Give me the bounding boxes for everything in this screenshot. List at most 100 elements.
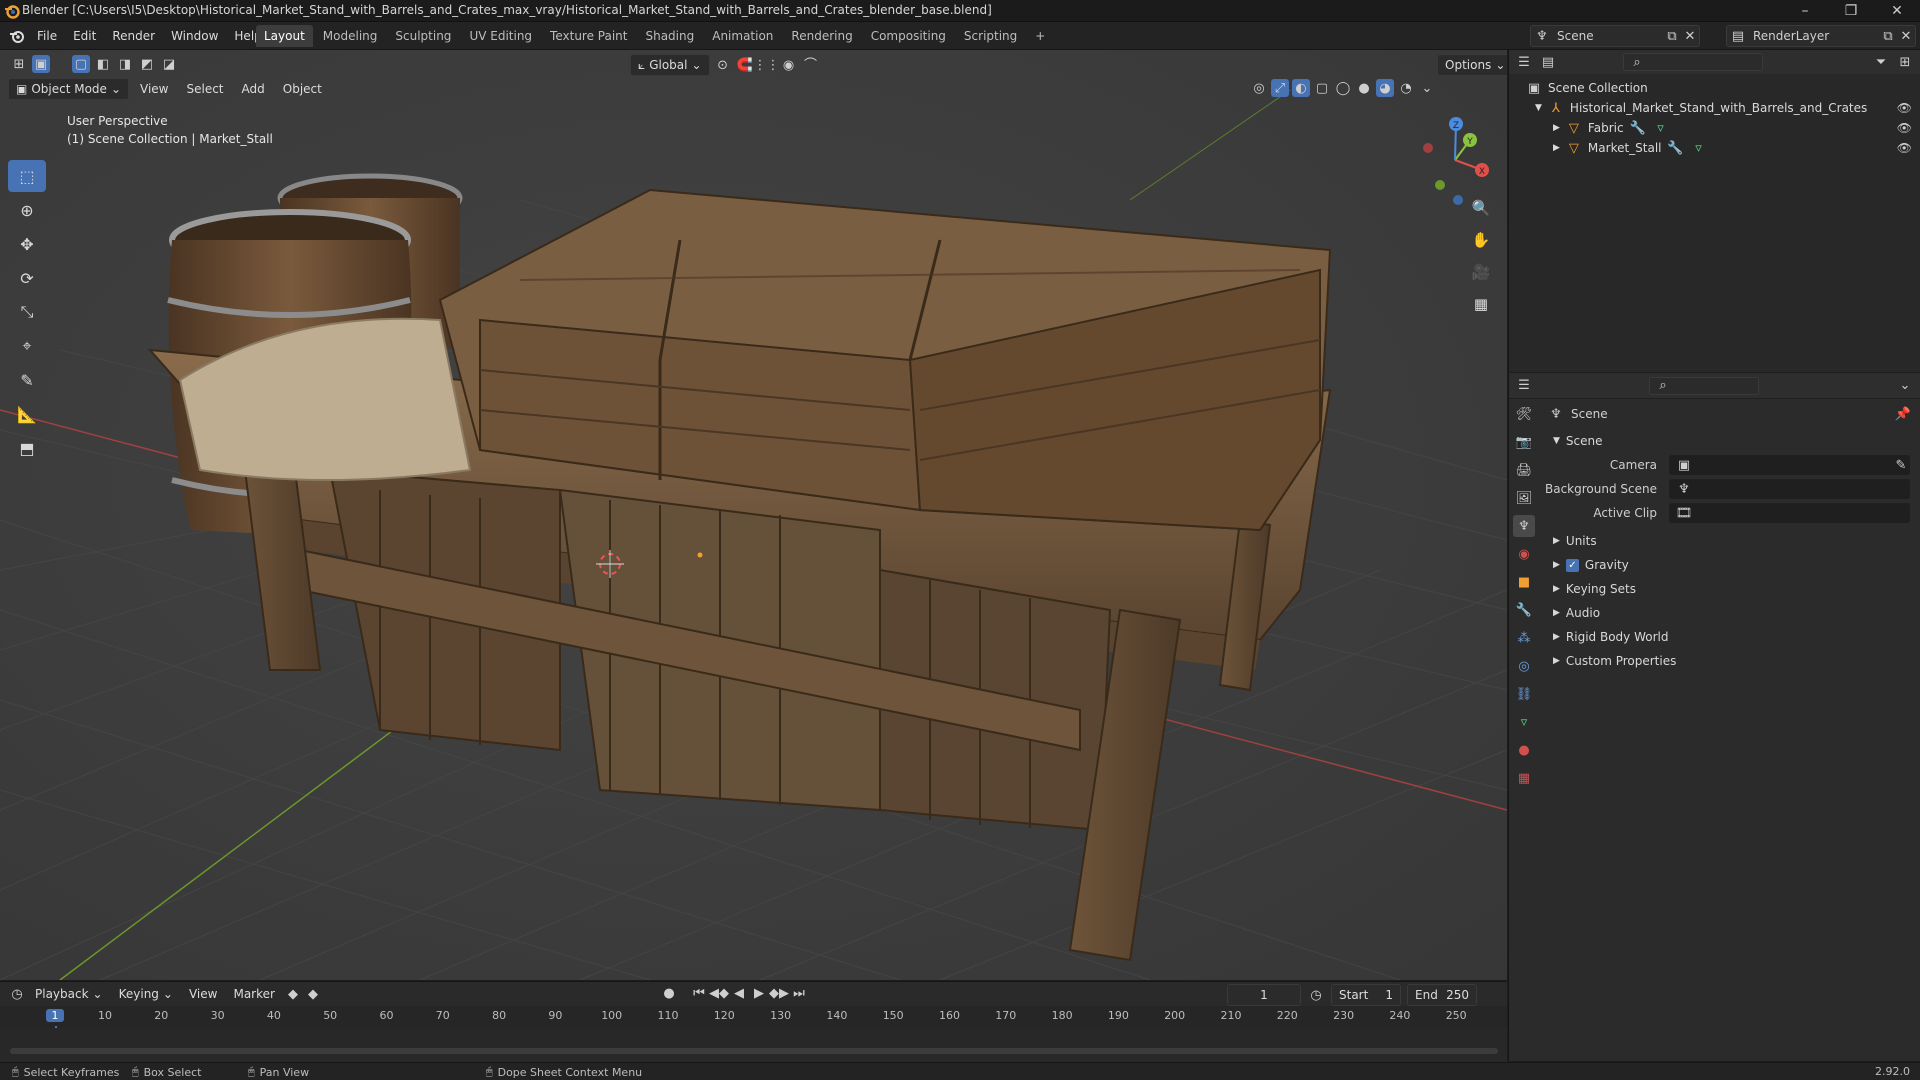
annotate-tool-icon[interactable]: ✎ [8, 364, 46, 396]
rigid-body-world-panel-header[interactable]: ▶ Rigid Body World [1539, 625, 1920, 649]
proportional-edit-icon[interactable]: ◉ [780, 56, 798, 74]
object-tab-icon[interactable]: ■ [1513, 571, 1535, 593]
zoom-icon[interactable]: 🔍 [1467, 196, 1495, 220]
pivot-point-icon[interactable]: ⊙ [714, 56, 732, 74]
eye-icon[interactable]: 👁 [1897, 101, 1912, 115]
scene-selector[interactable]: ♆ Scene ⧉ ✕ [1530, 25, 1700, 47]
jump-end-icon[interactable]: ⏭ [790, 984, 808, 1002]
timeline-menu-view[interactable]: View [182, 983, 224, 1005]
minimize-button[interactable]: – [1782, 0, 1828, 22]
solid-shading-icon[interactable]: ● [1355, 79, 1373, 97]
select-mode-difference-icon[interactable]: ◩ [138, 55, 156, 73]
overlays-icon[interactable]: ◐ [1292, 79, 1310, 97]
close-button[interactable]: ✕ [1874, 0, 1920, 22]
next-keyframe-icon[interactable]: ◆▶ [769, 984, 789, 1002]
units-panel-header[interactable]: ▶ Units [1539, 529, 1920, 553]
texture-tab-icon[interactable]: ▦ [1513, 767, 1535, 789]
select-mode-extend-icon[interactable]: ◧ [94, 55, 112, 73]
navigation-gizmo[interactable]: X Y Z [1410, 110, 1500, 210]
record-icon[interactable]: ● [660, 984, 678, 1002]
cursor-tool-icon[interactable]: ⊕ [8, 194, 46, 226]
copy-icon[interactable]: ⧉ [1879, 27, 1897, 45]
select-mode-set-icon[interactable]: ▢ [72, 55, 90, 73]
tool-tab-icon[interactable]: 🛠 [1513, 403, 1535, 425]
tab-scripting[interactable]: Scripting [956, 25, 1025, 47]
viewport-menu-view[interactable]: View [133, 78, 175, 100]
xray-icon[interactable]: ▢ [1313, 79, 1331, 97]
outliner-root[interactable]: ▣ Scene Collection [1525, 78, 1920, 98]
timeline-track-area[interactable] [0, 1028, 1507, 1062]
custom-properties-panel-header[interactable]: ▶ Custom Properties [1539, 649, 1920, 673]
rendered-shading-icon[interactable]: ◔ [1397, 79, 1415, 97]
select-mode-intersect-icon[interactable]: ◪ [160, 55, 178, 73]
current-frame-marker[interactable]: 1 [46, 1009, 64, 1022]
expand-arrow-icon[interactable]: ▶ [1553, 123, 1560, 133]
eye-icon[interactable]: 👁 [1897, 121, 1912, 135]
render-layer-selector[interactable]: ▤ RenderLayer ⧉ ✕ [1726, 25, 1916, 47]
outliner-item[interactable]: ▶ ▽ Fabric 🔧 ▿ 👁 [1525, 118, 1920, 138]
new-collection-icon[interactable]: ⊞ [1896, 53, 1914, 71]
outliner-item[interactable]: ▼ ⅄ Historical_Market_Stand_with_Barrels… [1525, 98, 1920, 118]
tab-compositing[interactable]: Compositing [863, 25, 954, 47]
move-tool-icon[interactable]: ✥ [8, 228, 46, 260]
expand-arrow-icon[interactable]: ▼ [1535, 103, 1542, 113]
maximize-button[interactable]: ❐ [1828, 0, 1874, 22]
keying-sets-panel-header[interactable]: ▶ Keying Sets [1539, 577, 1920, 601]
data-tab-icon[interactable]: ▿ [1513, 711, 1535, 733]
eye-icon[interactable]: 👁 [1897, 141, 1912, 155]
audio-panel-header[interactable]: ▶ Audio [1539, 601, 1920, 625]
display-mode-icon[interactable]: ▤ [1539, 53, 1557, 71]
modifier-tab-icon[interactable]: 🔧 [1513, 599, 1535, 621]
timeline-scrollbar[interactable] [10, 1048, 1498, 1054]
tab-sculpting[interactable]: Sculpting [387, 25, 459, 47]
keyframe-icon[interactable]: ◆ [304, 985, 322, 1003]
viewport-menu-add[interactable]: Add [235, 78, 272, 100]
measure-tool-icon[interactable]: 📐 [8, 398, 46, 430]
timeline-menu-keying[interactable]: Keying ⌄ [112, 983, 180, 1005]
snap-target-icon[interactable]: ⋮⋮ [754, 56, 780, 74]
output-tab-icon[interactable]: 🖨 [1513, 459, 1535, 481]
menu-file[interactable]: File [30, 26, 64, 46]
close-icon[interactable]: ✕ [1681, 27, 1699, 45]
select-box-tool-icon[interactable]: ▣ [32, 55, 50, 73]
tab-layout[interactable]: Layout [256, 25, 313, 47]
constraints-tab-icon[interactable]: ⛓ [1513, 683, 1535, 705]
camera-field[interactable]: ▣ ✎ [1669, 455, 1910, 475]
pan-hand-icon[interactable]: ✋ [1467, 228, 1495, 252]
transform-tool-icon[interactable]: ⌖ [8, 330, 46, 362]
current-frame-field[interactable]: 1 [1227, 984, 1301, 1006]
timeline-menu-playback[interactable]: Playback ⌄ [28, 983, 110, 1005]
grid-view-icon[interactable]: ▦ [1467, 292, 1495, 316]
play-reverse-icon[interactable]: ◀ [730, 984, 748, 1002]
blender-menu-icon[interactable] [8, 28, 26, 44]
select-box-tool-icon[interactable]: ⬚ [8, 160, 46, 192]
world-tab-icon[interactable]: ◉ [1513, 543, 1535, 565]
add-cube-tool-icon[interactable]: ⬒ [8, 432, 46, 464]
tab-texture-paint[interactable]: Texture Paint [542, 25, 635, 47]
select-mode-subtract-icon[interactable]: ◨ [116, 55, 134, 73]
snap-icon[interactable]: 🧲 [736, 56, 754, 74]
properties-search-input[interactable]: ⌕ [1649, 376, 1759, 395]
object-mode-dropdown[interactable]: ▣ Object Mode ⌄ [8, 78, 129, 100]
keyframe-icon[interactable]: ◆ [284, 985, 302, 1003]
tab-uv-editing[interactable]: UV Editing [461, 25, 540, 47]
tab-animation[interactable]: Animation [704, 25, 781, 47]
pin-icon[interactable]: 📌 [1894, 405, 1912, 423]
start-frame-field[interactable]: Start 1 [1331, 984, 1401, 1006]
scene-panel-header[interactable]: ▼ Scene [1539, 429, 1920, 453]
copy-icon[interactable]: ⧉ [1663, 27, 1681, 45]
scene-tab-icon[interactable]: ♆ [1513, 515, 1535, 537]
menu-edit[interactable]: Edit [66, 26, 103, 46]
material-tab-icon[interactable]: ● [1513, 739, 1535, 761]
viewport-menu-object[interactable]: Object [276, 78, 329, 100]
gravity-checkbox[interactable]: ✓ [1565, 558, 1579, 572]
timeline-menu-marker[interactable]: Marker [226, 983, 281, 1005]
menu-window[interactable]: Window [164, 26, 225, 46]
tab-shading[interactable]: Shading [637, 25, 702, 47]
wireframe-shading-icon[interactable]: ◯ [1334, 79, 1352, 97]
transform-orientation-dropdown[interactable]: ⟀ Global ⌄ [630, 54, 710, 76]
eyedropper-icon[interactable]: ✎ [1892, 456, 1910, 474]
falloff-icon[interactable]: ⌒ [802, 56, 820, 74]
timeline-ruler[interactable]: 1 10 20 30 40 50 60 70 80 90 100 110 120 130 140 150 160… [0, 1006, 1507, 1062]
view-layer-tab-icon[interactable]: 🖼 [1513, 487, 1535, 509]
